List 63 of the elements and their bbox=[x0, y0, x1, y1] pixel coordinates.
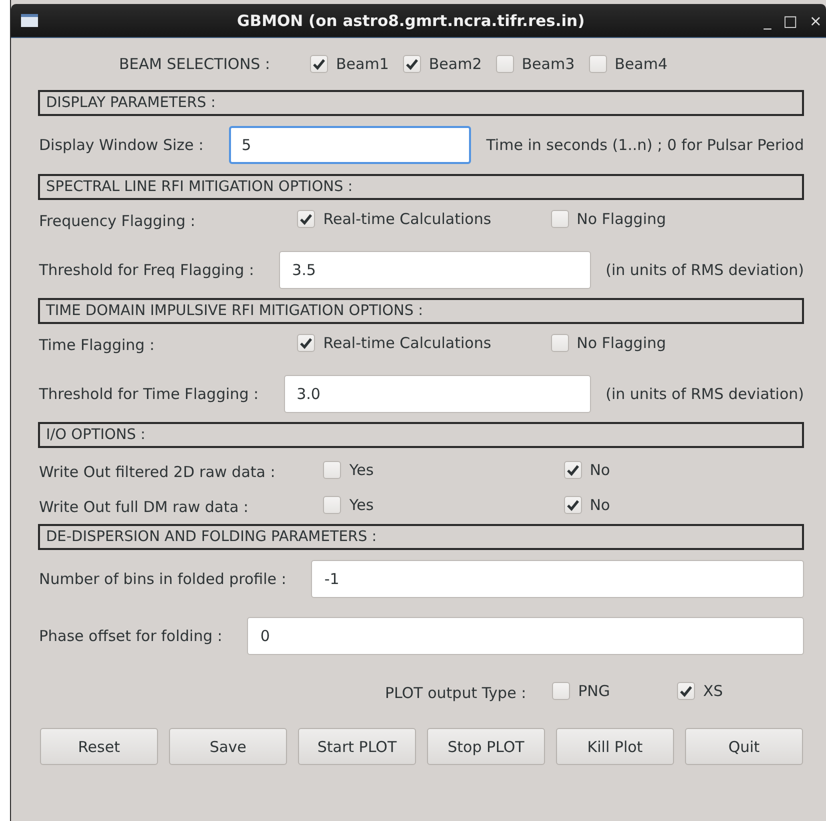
input-field[interactable]: 3.0 bbox=[284, 375, 591, 413]
field-label: Display Window Size : bbox=[39, 136, 204, 154]
checkbox-option[interactable]: PNG bbox=[552, 682, 610, 700]
action-button[interactable]: Save bbox=[169, 728, 287, 765]
checkbox[interactable] bbox=[677, 682, 696, 700]
checkbox-option[interactable]: XS bbox=[677, 682, 723, 700]
input-field[interactable]: -1 bbox=[311, 560, 804, 598]
option-label: Frequency Flagging : bbox=[39, 212, 196, 230]
checkbox[interactable] bbox=[564, 460, 582, 478]
field-label: Threshold for Time Flagging : bbox=[39, 385, 259, 403]
checkbox[interactable] bbox=[297, 334, 316, 352]
section-header: SPECTRAL LINE RFI MITIGATION OPTIONS : bbox=[38, 174, 804, 200]
close-button[interactable]: × bbox=[809, 12, 822, 30]
beam-selections-label: BEAM SELECTIONS : bbox=[119, 55, 270, 73]
checkbox-option[interactable]: No Flagging bbox=[550, 334, 666, 352]
hint-text: (in units of RMS deviation) bbox=[606, 385, 804, 403]
option-label: Write Out filtered 2D raw data : bbox=[39, 462, 276, 480]
action-button[interactable]: Stop PLOT bbox=[427, 728, 545, 765]
checkbox-option[interactable]: Beam2 bbox=[402, 55, 482, 73]
section-header: TIME DOMAIN IMPULSIVE RFI MITIGATION OPTIONS : bbox=[38, 298, 804, 324]
checkbox-option[interactable]: Yes bbox=[323, 460, 374, 478]
section-header: DISPLAY PARAMETERS : bbox=[38, 90, 804, 116]
action-button[interactable]: Quit bbox=[685, 728, 803, 765]
checkbox-option[interactable]: Beam1 bbox=[310, 55, 389, 73]
checkbox-option[interactable]: No bbox=[564, 496, 610, 514]
maximize-button[interactable]: □ bbox=[783, 12, 798, 30]
action-button[interactable]: Start PLOT bbox=[298, 728, 416, 765]
checkbox[interactable] bbox=[588, 55, 607, 73]
checkbox-option[interactable]: Beam4 bbox=[588, 55, 668, 73]
checkbox[interactable] bbox=[550, 210, 569, 228]
section-header: DE-DISPERSION AND FOLDING PARAMETERS : bbox=[38, 524, 804, 550]
checkbox[interactable] bbox=[564, 496, 582, 514]
field-label: Number of bins in folded profile : bbox=[39, 570, 286, 588]
window-title: GBMON (on astro8.gmrt.ncra.tifr.res.in) bbox=[236, 12, 586, 30]
checkbox[interactable] bbox=[496, 55, 514, 73]
checkbox[interactable] bbox=[310, 55, 328, 73]
checkbox-option[interactable]: Beam3 bbox=[496, 55, 575, 73]
input-field[interactable]: 0 bbox=[247, 617, 804, 655]
field-label: Phase offset for folding : bbox=[39, 627, 222, 645]
option-label: Time Flagging : bbox=[39, 336, 156, 354]
action-button[interactable]: Reset bbox=[40, 728, 158, 765]
checkbox[interactable] bbox=[297, 210, 316, 228]
input-field[interactable]: 3.5 bbox=[279, 251, 591, 289]
section-header: I/O OPTIONS : bbox=[38, 422, 804, 448]
hint-text: Time in seconds (1..n) ; 0 for Pulsar Period bbox=[486, 136, 804, 154]
checkbox-option[interactable]: Yes bbox=[323, 496, 374, 514]
checkbox-option[interactable]: Real-time Calculations bbox=[297, 210, 492, 228]
checkbox-option[interactable]: No Flagging bbox=[550, 210, 666, 228]
checkbox[interactable] bbox=[552, 682, 570, 700]
field-label: Threshold for Freq Flagging : bbox=[39, 261, 254, 279]
minimize-button[interactable]: _ bbox=[764, 12, 772, 30]
checkbox-option[interactable]: No bbox=[564, 460, 610, 478]
hint-text: (in units of RMS deviation) bbox=[606, 261, 804, 279]
input-field[interactable]: 5 bbox=[228, 126, 472, 164]
checkbox[interactable] bbox=[323, 496, 342, 514]
plot-output-label: PLOT output Type : bbox=[385, 684, 526, 702]
checkbox-option[interactable]: Real-time Calculations bbox=[297, 334, 492, 352]
window-icon bbox=[21, 14, 38, 27]
checkbox[interactable] bbox=[550, 334, 569, 352]
checkbox[interactable] bbox=[402, 55, 421, 73]
option-label: Write Out full DM raw data : bbox=[39, 498, 250, 516]
checkbox[interactable] bbox=[323, 460, 342, 478]
action-button[interactable]: Kill Plot bbox=[556, 728, 674, 765]
